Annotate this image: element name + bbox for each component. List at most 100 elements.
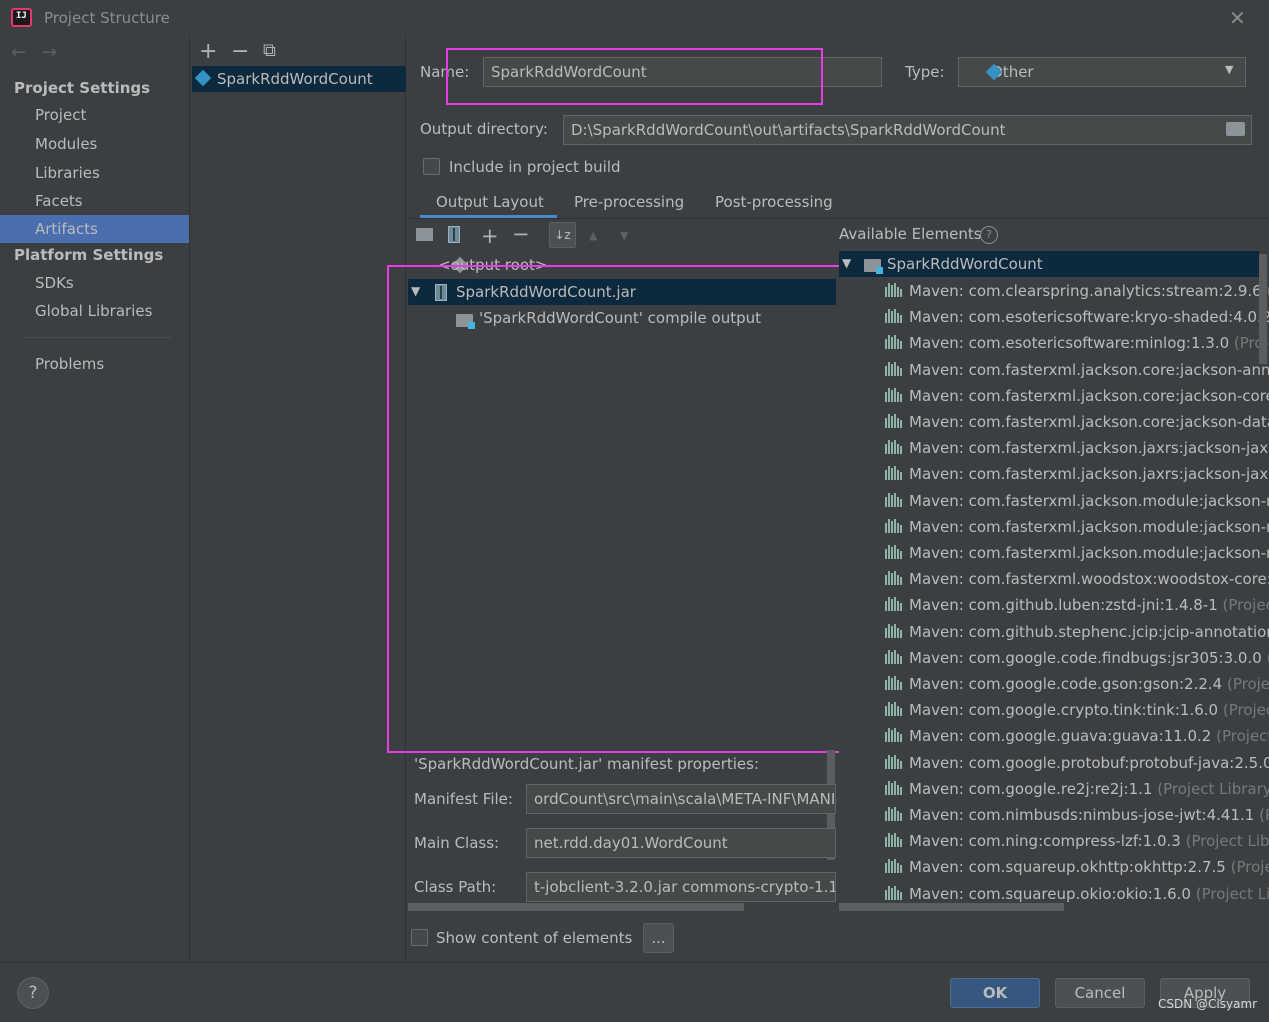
help-icon[interactable]: ? <box>980 226 998 244</box>
project-settings-header: Project Settings <box>14 79 151 97</box>
library-name: Maven: com.nimbusds:nimbus-jose-jwt:4.41… <box>909 806 1255 824</box>
output-directory-label: Output directory: <box>420 120 548 138</box>
library-suffix: (Project Library) <box>1157 779 1269 798</box>
library-icon <box>885 885 903 900</box>
sidebar-item-global-libraries[interactable]: Global Libraries <box>0 297 189 325</box>
manifest-file-field[interactable]: ordCount\src\main\scala\META-INF\MANIF <box>526 784 836 814</box>
available-library-row[interactable]: Maven: com.nimbusds:nimbus-jose-jwt:4.41… <box>885 802 1269 828</box>
folder-browse-icon[interactable] <box>1226 122 1245 136</box>
library-icon <box>885 754 903 769</box>
tree-horizontal-scrollbar[interactable] <box>408 903 744 911</box>
library-icon <box>885 833 903 848</box>
library-icon <box>885 728 903 743</box>
show-content-checkbox[interactable] <box>411 929 428 946</box>
available-library-row[interactable]: Maven: com.fasterxml.jackson.module:jack… <box>885 514 1269 540</box>
library-name: Maven: com.esotericsoftware:minlog:1.3.0 <box>909 334 1230 353</box>
ok-button[interactable]: OK <box>950 978 1040 1008</box>
watermark: CSDN @Cisyamr <box>1158 997 1258 1011</box>
sidebar-item-artifacts[interactable]: Artifacts <box>0 215 189 243</box>
available-vertical-scrollbar[interactable] <box>1259 254 1267 364</box>
available-library-row[interactable]: Maven: com.clearspring.analytics:stream:… <box>885 278 1269 304</box>
library-name: Maven: com.fasterxml.jackson.module:jack… <box>909 544 1269 562</box>
available-library-row[interactable]: Maven: com.esotericsoftware:kryo-shaded:… <box>885 304 1269 330</box>
class-path-field[interactable]: t-jobclient-3.2.0.jar commons-crypto-1.1… <box>526 872 836 902</box>
main-class-label: Main Class: <box>414 834 500 852</box>
manifest-file-label: Manifest File: <box>414 790 513 808</box>
help-button[interactable]: ? <box>17 977 49 1009</box>
library-icon <box>885 597 903 612</box>
copy-icon[interactable]: ⧉ <box>263 40 276 61</box>
sidebar-item-sdks[interactable]: SDKs <box>0 269 189 297</box>
title-bar <box>0 0 1269 36</box>
available-library-row[interactable]: Maven: com.fasterxml.jackson.jaxrs:jacks… <box>885 461 1269 487</box>
library-icon <box>885 859 903 874</box>
back-arrow-icon[interactable]: ← <box>11 42 26 63</box>
add-element-icon[interactable]: + <box>481 224 499 248</box>
available-library-row[interactable]: Maven: com.google.protobuf:protobuf-java… <box>885 750 1269 776</box>
available-library-row[interactable]: Maven: com.ning:compress-lzf:1.0.3 (Proj… <box>885 828 1269 854</box>
library-name: Maven: com.github.luben:zstd-jni:1.4.8-1 <box>909 596 1218 615</box>
create-archive-icon[interactable] <box>448 226 460 247</box>
remove-icon[interactable]: − <box>231 39 249 64</box>
sidebar-item-project[interactable]: Project <box>0 101 189 129</box>
library-name: Maven: com.clearspring.analytics:stream:… <box>909 282 1262 300</box>
tab-post-processing[interactable]: Post-processing <box>715 193 833 211</box>
library-name: Maven: com.fasterxml.jackson.module:jack… <box>909 491 1269 510</box>
available-library-row[interactable]: Maven: com.google.re2j:re2j:1.1 (Project… <box>885 776 1269 802</box>
library-suffix: (Projec <box>1230 858 1269 877</box>
available-library-row[interactable]: Maven: com.fasterxml.jackson.core:jackso… <box>885 383 1269 409</box>
available-library-row[interactable]: Maven: com.fasterxml.jackson.module:jack… <box>885 540 1269 566</box>
platform-settings-header: Platform Settings <box>14 246 164 264</box>
close-icon[interactable]: ✕ <box>1229 6 1246 30</box>
tab-pre-processing[interactable]: Pre-processing <box>574 193 684 211</box>
type-diamond-icon <box>985 63 1003 81</box>
available-library-row[interactable]: Maven: com.github.stephenc.jcip:jcip-ann… <box>885 619 1269 645</box>
sidebar-item-problems[interactable]: Problems <box>0 350 189 378</box>
sort-elements-icon[interactable]: ↓z <box>549 222 576 248</box>
library-icon <box>885 283 903 297</box>
sidebar-item-modules[interactable]: Modules <box>0 130 189 158</box>
available-library-row[interactable]: Maven: com.squareup.okhttp:okhttp:2.7.5 … <box>885 854 1269 880</box>
output-directory-field[interactable]: D:\SparkRddWordCount\out\artifacts\Spark… <box>563 115 1252 145</box>
available-library-row[interactable]: Maven: com.github.luben:zstd-jni:1.4.8-1… <box>885 592 1269 618</box>
class-path-label: Class Path: <box>414 878 497 896</box>
include-build-checkbox[interactable] <box>423 158 440 175</box>
create-directory-icon[interactable] <box>416 228 433 241</box>
move-up-icon[interactable]: ▲ <box>589 229 597 242</box>
available-library-row[interactable]: Maven: com.google.crypto.tink:tink:1.6.0… <box>885 697 1269 723</box>
show-content-label: Show content of elements <box>436 929 633 947</box>
available-library-row[interactable]: Maven: com.google.code.gson:gson:2.2.4 (… <box>885 671 1269 697</box>
library-name: Maven: com.ning:compress-lzf:1.0.3 <box>909 832 1181 851</box>
library-icon <box>885 780 903 795</box>
available-library-row[interactable]: Maven: com.fasterxml.jackson.core:jackso… <box>885 409 1269 435</box>
available-library-row[interactable]: Maven: com.google.code.findbugs:jsr305:3… <box>885 645 1269 671</box>
available-elements-header: Available Elements <box>839 225 982 243</box>
tab-output-layout[interactable]: Output Layout <box>436 193 544 211</box>
available-library-row[interactable]: Maven: com.esotericsoftware:minlog:1.3.0… <box>885 330 1269 356</box>
available-expand-icon[interactable]: ▼ <box>842 256 851 270</box>
library-name: Maven: com.google.code.gson:gson:2.2.4 <box>909 675 1223 693</box>
add-icon[interactable]: + <box>199 39 217 64</box>
library-icon <box>885 807 903 821</box>
remove-element-icon[interactable]: − <box>512 222 530 246</box>
forward-arrow-icon[interactable]: → <box>42 42 57 63</box>
main-class-field[interactable]: net.rdd.day01.WordCount <box>526 828 836 858</box>
library-icon <box>885 623 903 638</box>
available-library-row[interactable]: Maven: com.fasterxml.jackson.core:jackso… <box>885 357 1269 383</box>
library-name: Maven: com.google.code.findbugs:jsr305:3… <box>909 648 1262 667</box>
library-icon <box>885 414 903 428</box>
available-horizontal-scrollbar[interactable] <box>839 903 1064 911</box>
library-icon <box>885 518 903 533</box>
footer-divider <box>0 962 1269 963</box>
cancel-button[interactable]: Cancel <box>1055 978 1145 1008</box>
available-library-row[interactable]: Maven: com.fasterxml.jackson.jaxrs:jacks… <box>885 435 1269 461</box>
sidebar-item-facets[interactable]: Facets <box>0 187 189 215</box>
available-library-row[interactable]: Maven: com.google.guava:guava:11.0.2 (Pr… <box>885 723 1269 749</box>
library-name: Maven: com.fasterxml.jackson.core:jackso… <box>909 360 1269 379</box>
available-library-row[interactable]: Maven: com.fasterxml.woodstox:woodstox-c… <box>885 566 1269 592</box>
show-content-options-button[interactable]: ... <box>643 923 674 953</box>
sidebar-item-libraries[interactable]: Libraries <box>0 159 189 187</box>
available-library-row[interactable]: Maven: com.fasterxml.jackson.module:jack… <box>885 488 1269 514</box>
chevron-down-icon[interactable]: ▼ <box>1225 63 1233 76</box>
move-down-icon[interactable]: ▼ <box>620 229 628 242</box>
